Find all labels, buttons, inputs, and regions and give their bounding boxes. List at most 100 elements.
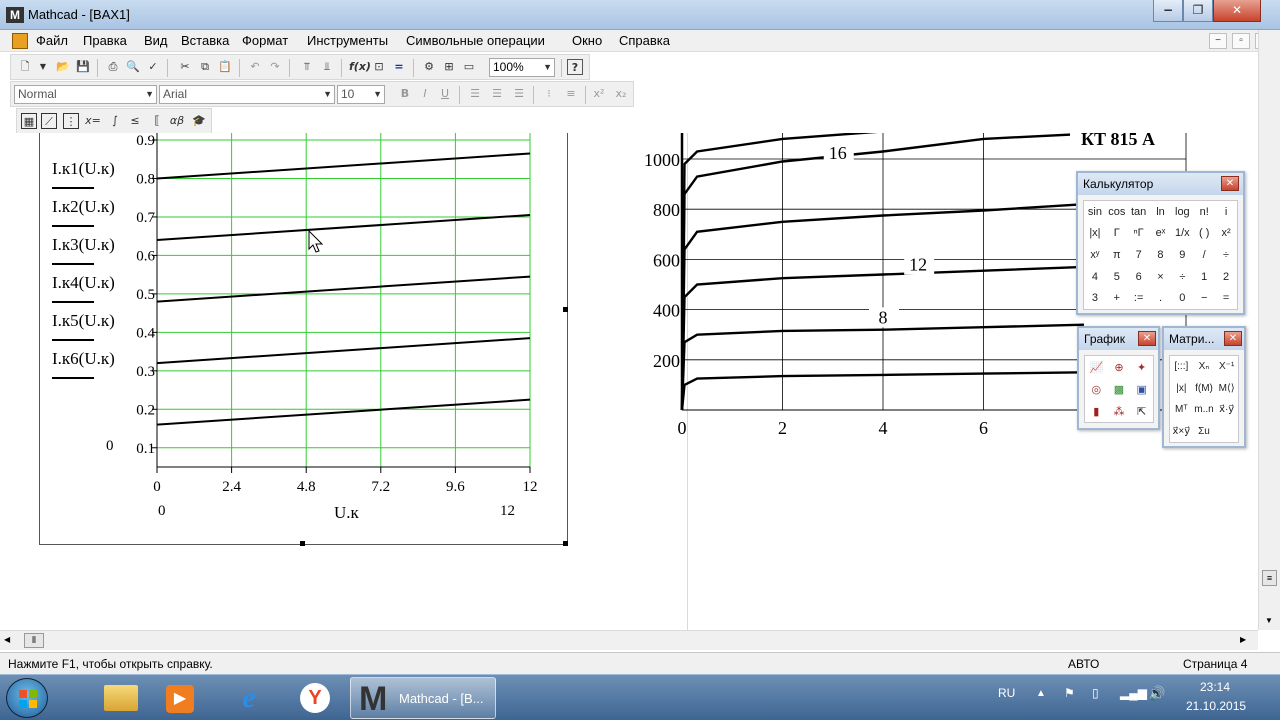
calculator-close-button[interactable]: ✕	[1221, 176, 1239, 191]
align-down-icon[interactable]: ⫫	[319, 59, 335, 75]
style-select[interactable]: Normal ▼	[14, 85, 157, 104]
calculator-key[interactable]: 9	[1171, 244, 1193, 266]
calculator-key[interactable]: ×	[1150, 266, 1172, 288]
calculator-key[interactable]: xʸ	[1084, 244, 1106, 266]
document-icon[interactable]	[12, 33, 28, 49]
calculator-key[interactable]: ln	[1150, 201, 1172, 223]
doc-restore-button[interactable]: ▫	[1232, 33, 1250, 49]
calculator-key[interactable]: eˣ	[1150, 223, 1172, 245]
show-hidden-icons-icon[interactable]: ▲	[1036, 688, 1046, 699]
help-icon[interactable]: ?	[567, 59, 583, 75]
menu-window[interactable]: Окно	[572, 33, 602, 48]
calculator-key[interactable]: 6	[1128, 266, 1150, 288]
calculator-key[interactable]: 4	[1084, 266, 1106, 288]
save-icon[interactable]: 💾	[75, 59, 91, 75]
preview-icon[interactable]: 🔍	[125, 59, 141, 75]
cut-icon[interactable]: ✂	[177, 59, 193, 75]
graph-palette[interactable]: График ✕ 📈 ⊕ ✦ ◎ ▩ ▣ ▮ ⁂ ⇱	[1077, 326, 1160, 430]
new-dropdown-icon[interactable]: ▼	[35, 59, 51, 75]
calculator-key[interactable]: ( )	[1193, 223, 1215, 245]
menu-help[interactable]: Справка	[619, 33, 670, 48]
calculator-key[interactable]: cos	[1106, 201, 1128, 223]
calculator-key[interactable]: /	[1193, 244, 1215, 266]
print-icon[interactable]: ⎙	[105, 59, 121, 75]
align-left-icon[interactable]: ☰	[467, 86, 483, 102]
volume-icon[interactable]: 🔊	[1148, 685, 1165, 702]
vector-plot-icon[interactable]: ⇱	[1130, 400, 1153, 422]
align-right-icon[interactable]: ☰	[511, 86, 527, 102]
graph-toolbar-icon[interactable]: ⟋	[41, 113, 57, 129]
window-icon[interactable]: ▭	[461, 59, 477, 75]
vertical-scrollbar[interactable]: ≡ ▼	[1258, 30, 1280, 630]
align-center-icon[interactable]: ☰	[489, 86, 505, 102]
matrix-key[interactable]: Xₙ	[1193, 356, 1216, 378]
subscript-icon[interactable]: x₂	[613, 86, 629, 102]
font-size-select[interactable]: 10 ▼	[337, 85, 385, 104]
matrix-key[interactable]: [:::]	[1170, 356, 1193, 378]
worksheet[interactable]: I.к1(U.к) I.к2(U.к) I.к3(U.к) I.к4(U.к) …	[0, 133, 1258, 630]
mathcad-app-icon[interactable]: M	[6, 7, 24, 23]
calculator-key[interactable]: π	[1106, 244, 1128, 266]
calculator-toolbar-icon[interactable]: ▦	[21, 113, 37, 129]
calculator-key[interactable]: 5	[1106, 266, 1128, 288]
media-player-taskbar-button[interactable]: ▶	[152, 677, 210, 719]
calculator-key[interactable]: 2	[1215, 266, 1237, 288]
start-button[interactable]	[6, 678, 48, 718]
scroll-left-icon[interactable]: ◀	[4, 635, 10, 644]
component-icon[interactable]: ⚙	[421, 59, 437, 75]
battery-icon[interactable]: ▯	[1092, 686, 1099, 700]
ie-taskbar-button[interactable]: e	[220, 677, 278, 719]
menu-edit[interactable]: Правка	[83, 33, 127, 48]
minimize-button[interactable]: −	[1153, 0, 1183, 22]
calculator-key[interactable]: 0	[1171, 287, 1193, 309]
spell-icon[interactable]: ✓	[145, 59, 161, 75]
polar-plot-icon[interactable]: ◎	[1085, 378, 1108, 400]
italic-icon[interactable]: I	[417, 86, 433, 102]
calculator-key[interactable]: .	[1150, 287, 1172, 309]
numbering-icon[interactable]: ≡	[563, 86, 579, 102]
explorer-taskbar-button[interactable]	[92, 677, 150, 719]
matrix-key[interactable]: X⁻¹	[1215, 356, 1238, 378]
scatter-plot-icon[interactable]: ⁂	[1108, 400, 1131, 422]
matrix-key[interactable]: f(M)	[1193, 378, 1216, 400]
matrix-palette-close-button[interactable]: ✕	[1224, 331, 1242, 346]
horizontal-scrollbar[interactable]: ◀ ⦀ ▶	[0, 630, 1258, 650]
undo-icon[interactable]: ↶	[247, 59, 263, 75]
menu-tools[interactable]: Инструменты	[307, 33, 388, 48]
function-icon[interactable]: f(x)	[349, 59, 371, 75]
boolean-toolbar-icon[interactable]: ≤	[127, 113, 143, 129]
calculator-key[interactable]: ÷	[1215, 244, 1237, 266]
zoom-plot-icon[interactable]: ⊕	[1108, 356, 1131, 378]
symbolic-toolbar-icon[interactable]: 🎓	[191, 113, 207, 129]
calculator-key[interactable]: =	[1215, 287, 1237, 309]
surface-plot-icon[interactable]: ▩	[1108, 378, 1131, 400]
calculator-key[interactable]: 7	[1128, 244, 1150, 266]
yandex-taskbar-button[interactable]: Y	[286, 677, 344, 719]
calculator-key[interactable]: ⁿΓ	[1128, 223, 1150, 245]
calculator-key[interactable]: |x|	[1084, 223, 1106, 245]
menu-file[interactable]: Файл	[36, 33, 68, 48]
close-button[interactable]: ✕	[1213, 0, 1261, 22]
xy-plot-icon[interactable]: 📈	[1085, 356, 1108, 378]
programming-toolbar-icon[interactable]: ⟦	[149, 113, 165, 129]
copy-icon[interactable]: ⧉	[197, 59, 213, 75]
scroll-thumb[interactable]: ≡	[1262, 570, 1277, 586]
insert-unit-icon[interactable]: ⊡	[371, 59, 387, 75]
menu-view[interactable]: Вид	[144, 33, 168, 48]
superscript-icon[interactable]: x²	[591, 86, 607, 102]
font-select[interactable]: Arial ▼	[159, 85, 335, 104]
menu-format[interactable]: Формат	[242, 33, 288, 48]
clock-time[interactable]: 23:14	[1200, 680, 1230, 694]
underline-icon[interactable]: U	[437, 86, 453, 102]
bold-icon[interactable]: B	[397, 86, 413, 102]
matrix-key[interactable]: Σu	[1193, 421, 1216, 443]
calculator-key[interactable]: 8	[1150, 244, 1172, 266]
matrix-toolbar-icon[interactable]: ⋮	[63, 113, 79, 129]
matrix-key[interactable]: Mᵀ	[1170, 399, 1193, 421]
calculus-toolbar-icon[interactable]: ∫	[107, 113, 123, 129]
matrix-key[interactable]	[1215, 421, 1238, 443]
calculate-icon[interactable]: =	[391, 59, 407, 75]
calculator-key[interactable]: Γ	[1106, 223, 1128, 245]
matrix-key[interactable]: |x|	[1170, 378, 1193, 400]
calculator-key[interactable]: tan	[1128, 201, 1150, 223]
